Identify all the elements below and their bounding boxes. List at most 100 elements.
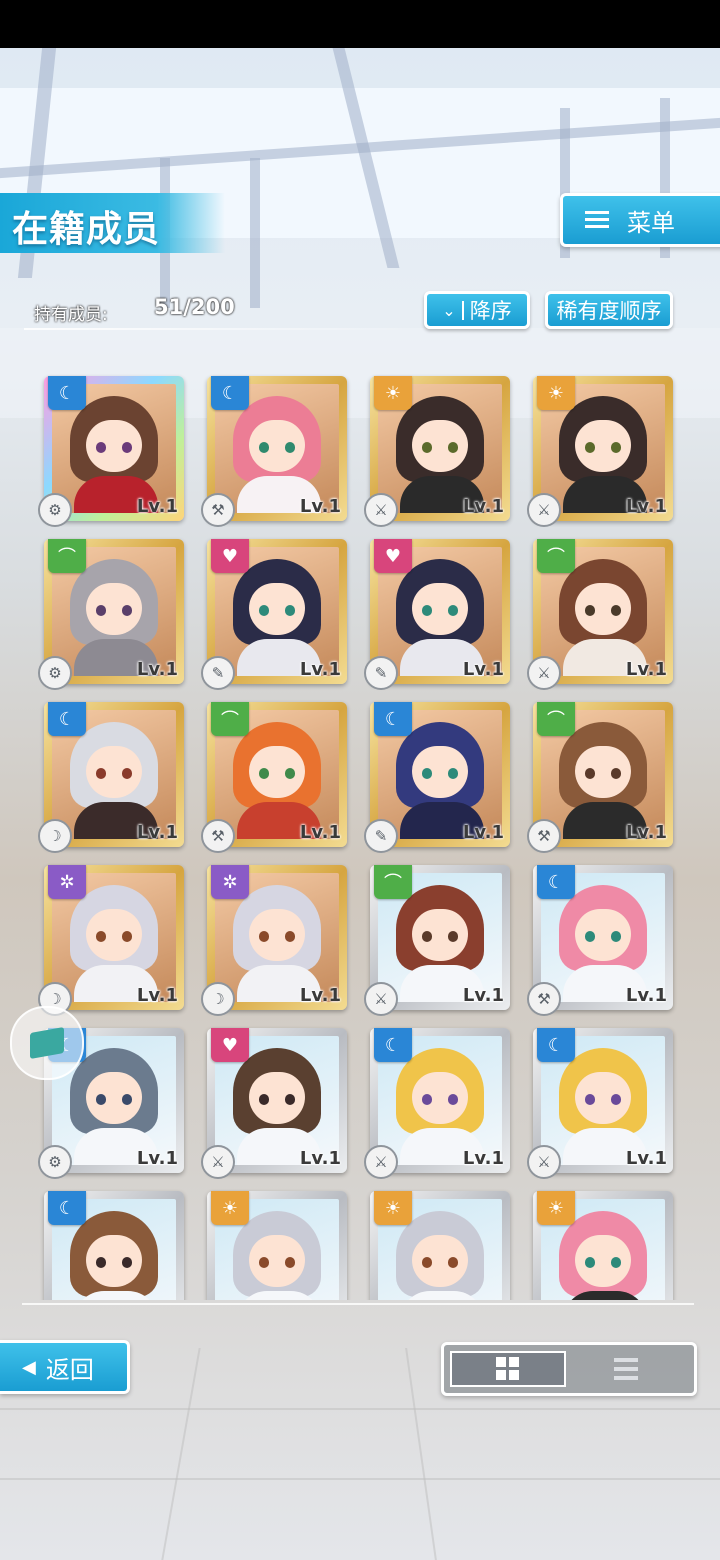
member-card[interactable]: ☾ ☽ Lv.1: [38, 702, 184, 853]
level-label: Lv.1: [462, 1148, 504, 1169]
moon-icon: ☾: [537, 1028, 575, 1062]
level-label: Lv.1: [299, 985, 341, 1006]
back-button-label: 返回: [45, 1355, 94, 1384]
level-label: Lv.1: [625, 659, 667, 680]
sun-icon: ☀: [537, 376, 575, 410]
menu-button-label: 菜单: [627, 208, 675, 237]
member-card[interactable]: ♥ ⚔ Lv.1: [201, 1028, 347, 1179]
sickle-icon: ☽: [38, 819, 72, 853]
member-card[interactable]: ☾ ⚔ Lv.1: [364, 1028, 510, 1179]
grid-divider: [22, 1303, 694, 1305]
member-card[interactable]: ☾ ⚒ Lv.1: [201, 376, 347, 527]
level-label: Lv.1: [625, 985, 667, 1006]
heart-icon: ♥: [211, 1028, 249, 1062]
level-label: Lv.1: [136, 822, 178, 843]
back-button[interactable]: ◀ 返回: [0, 1340, 130, 1394]
gear-icon: ⚙: [38, 1145, 72, 1179]
member-count-label: 持有成员:: [34, 305, 108, 325]
member-card[interactable]: ♥ ✎ Lv.1: [364, 539, 510, 690]
level-label: Lv.1: [299, 822, 341, 843]
sun-icon: ☀: [537, 1191, 575, 1225]
member-card[interactable]: ⌒ ⚔ Lv.1: [364, 865, 510, 1016]
level-label: Lv.1: [299, 659, 341, 680]
level-label: Lv.1: [136, 659, 178, 680]
hammer-icon: ⚒: [527, 982, 561, 1016]
moon-icon: ☾: [48, 376, 86, 410]
member-card[interactable]: ☀⚙Lv.1: [370, 1191, 510, 1300]
heart-icon: ♥: [374, 539, 412, 573]
moon-icon: ☾: [48, 1191, 86, 1225]
gear-icon: ⚙: [38, 656, 72, 690]
leaf-icon: ⌒: [48, 539, 86, 573]
leaf-icon: ⌒: [374, 865, 412, 899]
member-card[interactable]: ☾ ⚙ Lv.1: [38, 376, 184, 527]
hammer-icon: ⚒: [201, 819, 235, 853]
member-card[interactable]: ☾ ⚔ Lv.1: [527, 1028, 673, 1179]
hamburger-icon: [585, 211, 609, 229]
sword-icon: ⚔: [364, 1145, 398, 1179]
sort-rarity-label: 稀有度顺序: [556, 299, 662, 323]
member-card[interactable]: ☾ ⚒ Lv.1: [527, 865, 673, 1016]
list-view-button[interactable]: [568, 1351, 684, 1387]
level-label: Lv.1: [625, 822, 667, 843]
member-card[interactable]: ⌒ ⚒ Lv.1: [527, 702, 673, 853]
star-icon: ✲: [48, 865, 86, 899]
level-label: Lv.1: [299, 496, 341, 517]
leaf-icon: ⌒: [537, 702, 575, 736]
member-card[interactable]: ☀ ⚔ Lv.1: [527, 376, 673, 527]
level-label: Lv.1: [462, 822, 504, 843]
moon-icon: ☾: [211, 376, 249, 410]
sort-rarity-button[interactable]: 稀有度顺序: [545, 291, 673, 329]
map-shortcut-button[interactable]: [10, 1006, 84, 1080]
level-label: Lv.1: [299, 1148, 341, 1169]
menu-button[interactable]: 菜单: [560, 193, 720, 247]
gear-icon: ⚙: [38, 493, 72, 527]
level-label: Lv.1: [625, 496, 667, 517]
member-card[interactable]: ✲ ☽ Lv.1: [38, 865, 184, 1016]
member-card[interactable]: ☀⚙Lv.1: [207, 1191, 347, 1300]
wrench-icon: ✎: [364, 656, 398, 690]
sword-icon: ⚔: [201, 1145, 235, 1179]
member-count-value: 51/200: [154, 295, 235, 319]
count-underline: [24, 328, 414, 330]
member-card[interactable]: ♥ ✎ Lv.1: [201, 539, 347, 690]
hammer-icon: ⚒: [527, 819, 561, 853]
sword-icon: ⚔: [527, 656, 561, 690]
status-bar: [0, 0, 720, 48]
member-card[interactable]: ⌒ ⚔ Lv.1: [527, 539, 673, 690]
star-icon: ✲: [211, 865, 249, 899]
member-card[interactable]: ⌒ ⚙ Lv.1: [38, 539, 184, 690]
sword-icon: ⚔: [364, 982, 398, 1016]
page-title: 在籍成员: [12, 209, 161, 250]
sort-order-button[interactable]: ⌄ 降序: [424, 291, 530, 329]
member-card[interactable]: ✲ ☽ Lv.1: [201, 865, 347, 1016]
chevron-down-double-icon: ⌄: [442, 300, 464, 320]
grid-view-button[interactable]: [450, 1351, 566, 1387]
member-card[interactable]: ☀⚒Lv.1: [533, 1191, 673, 1300]
level-label: Lv.1: [136, 985, 178, 1006]
level-label: Lv.1: [136, 496, 178, 517]
moon-icon: ☾: [374, 1028, 412, 1062]
moon-icon: ☾: [537, 865, 575, 899]
sword-icon: ⚔: [527, 1145, 561, 1179]
member-card[interactable]: ⌒ ⚒ Lv.1: [201, 702, 347, 853]
moon-icon: ☾: [48, 702, 86, 736]
list-icon: [614, 1358, 638, 1380]
moon-icon: ☾: [374, 702, 412, 736]
member-grid: ☾ ⚙ Lv.1 ☾ ⚒ Lv.1 ☀ ⚔ Lv.1 ☀ ⚔ Lv.1 ⌒ ⚙ Lv.1 ♥ ✎ Lv.1 ♥ ✎ Lv…: [0, 370, 720, 1300]
level-label: Lv.1: [462, 985, 504, 1006]
level-label: Lv.1: [462, 496, 504, 517]
sun-icon: ☀: [374, 1191, 412, 1225]
sword-icon: ⚔: [527, 493, 561, 527]
sword-icon: ⚔: [364, 493, 398, 527]
level-label: Lv.1: [625, 1148, 667, 1169]
wrench-icon: ✎: [201, 656, 235, 690]
level-label: Lv.1: [462, 659, 504, 680]
leaf-icon: ⌒: [537, 539, 575, 573]
map-icon: [30, 1027, 64, 1059]
member-card[interactable]: ☾ ✎ Lv.1: [364, 702, 510, 853]
member-card[interactable]: ☀ ⚔ Lv.1: [364, 376, 510, 527]
member-card[interactable]: ☾⚙Lv.1: [44, 1191, 184, 1300]
grid-icon: [496, 1357, 520, 1381]
sun-icon: ☀: [211, 1191, 249, 1225]
